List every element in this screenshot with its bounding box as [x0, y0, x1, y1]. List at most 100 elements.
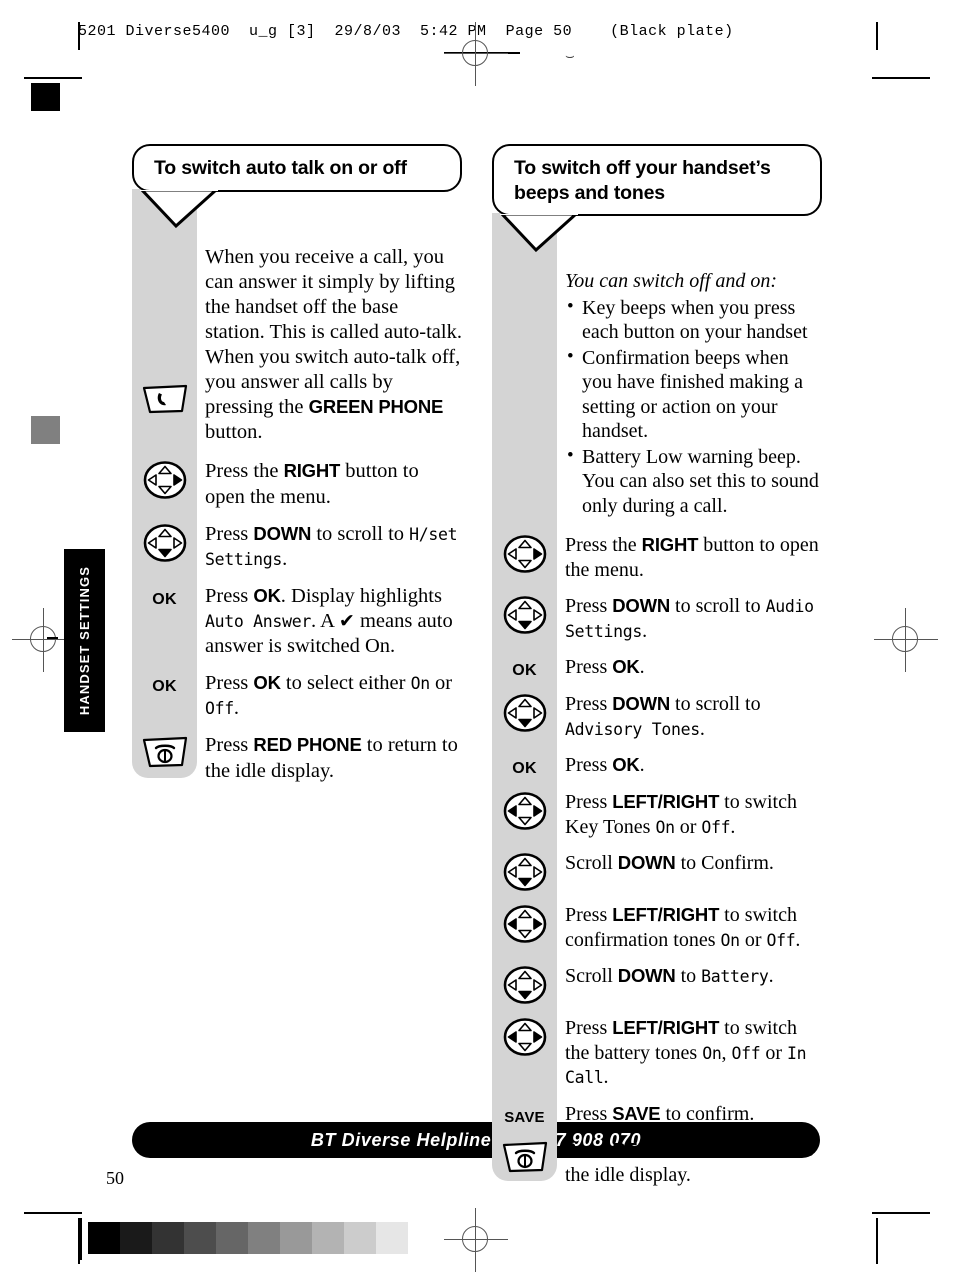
lcd-display-text: Off	[731, 1043, 761, 1063]
grey-density-ramp	[88, 1222, 408, 1254]
step-text-run: Press	[205, 584, 254, 607]
step-text-run: .	[768, 965, 774, 988]
red-phone-svg	[142, 737, 187, 768]
nav-pad-svg	[503, 1018, 546, 1056]
instruction-step: Press DOWN to scroll to Advisory Tones.	[492, 692, 822, 741]
bubble-tail-icon	[140, 189, 218, 228]
step-text-run: Press	[565, 791, 613, 814]
step-text-run: .	[642, 619, 648, 642]
instruction-step: Press the RIGHT button to open the menu.	[492, 533, 822, 582]
lcd-display-text: Off	[766, 930, 796, 950]
intro-block-auto-talk: When you receive a call, you can answer …	[132, 245, 462, 446]
key-name: DOWN	[612, 693, 671, 715]
grey-ramp-swatch	[376, 1222, 408, 1254]
step-text-run: .	[699, 717, 705, 740]
step-text-run: Press	[565, 1102, 613, 1125]
intro-text-run: When you receive a call, you can answer …	[205, 245, 462, 419]
intro-lead-text: You can switch off and on:	[565, 270, 778, 293]
step-text-run: to scroll to	[670, 693, 761, 716]
instruction-step: OK Press OK.	[492, 753, 822, 778]
step-instruction-text: Press SAVE to confirm.	[557, 1102, 822, 1127]
nav-pad-svg	[503, 792, 546, 830]
step-instruction-text: Press LEFT/RIGHT to switch the battery t…	[557, 1016, 822, 1090]
intro-bullet-item: Confirmation beeps when you have finishe…	[565, 345, 822, 444]
column-beeps-tones: To switch off your handset’s beeps and t…	[492, 144, 822, 1199]
step-text-run: Press the	[205, 460, 284, 483]
step-text-run: . Display highlights	[280, 584, 442, 607]
instruction-step: Scroll DOWN to Confirm.	[492, 851, 822, 891]
nav-pad-down-icon	[492, 851, 557, 891]
step-text-run: Scroll	[565, 852, 618, 875]
key-name: OK	[612, 656, 640, 678]
nav-pad-svg	[503, 966, 546, 1004]
step-list-auto-talk: When you receive a call, you can answer …	[132, 189, 462, 784]
save-key-label: SAVE	[504, 1108, 545, 1126]
ok-key-icon: OK	[132, 671, 197, 696]
step-text-run: .	[639, 656, 645, 679]
registration-mark-right	[874, 608, 938, 672]
step-text-run: or	[739, 928, 767, 951]
instruction-step: Press DOWN to scroll to Audio Settings.	[492, 594, 822, 643]
grey-ramp-swatch	[120, 1222, 152, 1254]
grey-ramp-swatch	[88, 1222, 120, 1254]
instruction-step: OK Press OK to select either On or Off.	[132, 671, 462, 721]
red-phone-svg	[502, 1142, 547, 1173]
ok-key-icon: OK	[492, 753, 557, 778]
instruction-step: Press RED PHONE to return to the idle di…	[132, 733, 462, 783]
lcd-display-text: Advisory Tones	[565, 719, 700, 739]
nav-pad-down-icon	[132, 522, 197, 562]
step-instruction-text: Press OK to select either On or Off.	[197, 671, 462, 721]
red-phone-icon	[132, 733, 197, 769]
step-text-run: or	[674, 815, 702, 838]
lcd-display-text: On	[655, 817, 675, 837]
save-key-icon: SAVE	[492, 1102, 557, 1126]
lcd-display-text: On	[410, 674, 431, 694]
heading-bubble-beeps-tones: To switch off your handset’s beeps and t…	[492, 144, 822, 253]
step-text-run: .	[282, 547, 288, 570]
instruction-step: Press DOWN to scroll to H/set Settings.	[132, 522, 462, 572]
key-name: RIGHT	[641, 534, 699, 556]
lcd-display-text: On	[702, 1043, 722, 1063]
lcd-display-text: Auto Answer	[205, 611, 311, 631]
ok-key-icon: OK	[492, 655, 557, 680]
key-name: LEFT/RIGHT	[612, 791, 720, 813]
step-text-run: or	[429, 672, 453, 695]
step-instruction-text: Press RED PHONE to return to the idle di…	[197, 733, 462, 783]
crop-mark-bottom-right	[872, 1212, 930, 1214]
step-instruction-text: Scroll DOWN to Battery.	[557, 964, 822, 989]
instruction-step: Press RED PHONE to return to the idle di…	[492, 1138, 822, 1187]
section-tab-label: HANDSET SETTINGS	[77, 565, 92, 716]
intro-spacer	[492, 269, 557, 272]
panel-beeps-tones: You can switch off and on:Key beeps when…	[492, 213, 822, 1187]
grey-ramp-swatch	[184, 1222, 216, 1254]
nav-pad-right-icon	[492, 533, 557, 573]
stray-print-mark: ⌣	[565, 49, 575, 66]
nav-pad-svg	[503, 905, 546, 943]
instruction-step: SAVE Press SAVE to confirm.	[492, 1102, 822, 1127]
grey-ramp-swatch	[280, 1222, 312, 1254]
step-instruction-text: Press DOWN to scroll to H/set Settings.	[197, 522, 462, 572]
lcd-display-text: Battery	[701, 967, 769, 987]
intro-paragraph-auto-talk: When you receive a call, you can answer …	[197, 245, 462, 446]
section-tab-handset-settings: HANDSET SETTINGS	[64, 549, 105, 732]
grey-ramp-swatch	[152, 1222, 184, 1254]
step-list-beeps-tones: You can switch off and on:Key beeps when…	[492, 213, 822, 1187]
intro-text-run: button.	[205, 421, 263, 444]
crop-rule-bottom-right	[876, 1218, 878, 1264]
nav-pad-leftright-icon	[492, 1016, 557, 1056]
nav-pad-svg	[143, 523, 186, 562]
nav-pad-leftright-icon	[492, 903, 557, 943]
step-instruction-text: Press RED PHONE to return to the idle di…	[557, 1138, 822, 1187]
grey-ramp-swatch	[216, 1222, 248, 1254]
lcd-display-text: On	[720, 930, 741, 950]
crop-mark-bottom-left	[24, 1212, 82, 1214]
step-text-run: Press	[565, 754, 613, 777]
step-text-run: to	[675, 965, 702, 988]
nav-pad-leftright-icon	[492, 790, 557, 830]
intro-bullet-list: Key beeps when you press each button on …	[565, 295, 822, 519]
step-instruction-text: Press OK.	[557, 655, 822, 680]
black-plate-square-marker	[31, 83, 60, 111]
step-text-run: Press	[565, 595, 613, 618]
step-text-run: to confirm.	[660, 1102, 755, 1125]
crop-mark-top-right	[872, 77, 930, 79]
